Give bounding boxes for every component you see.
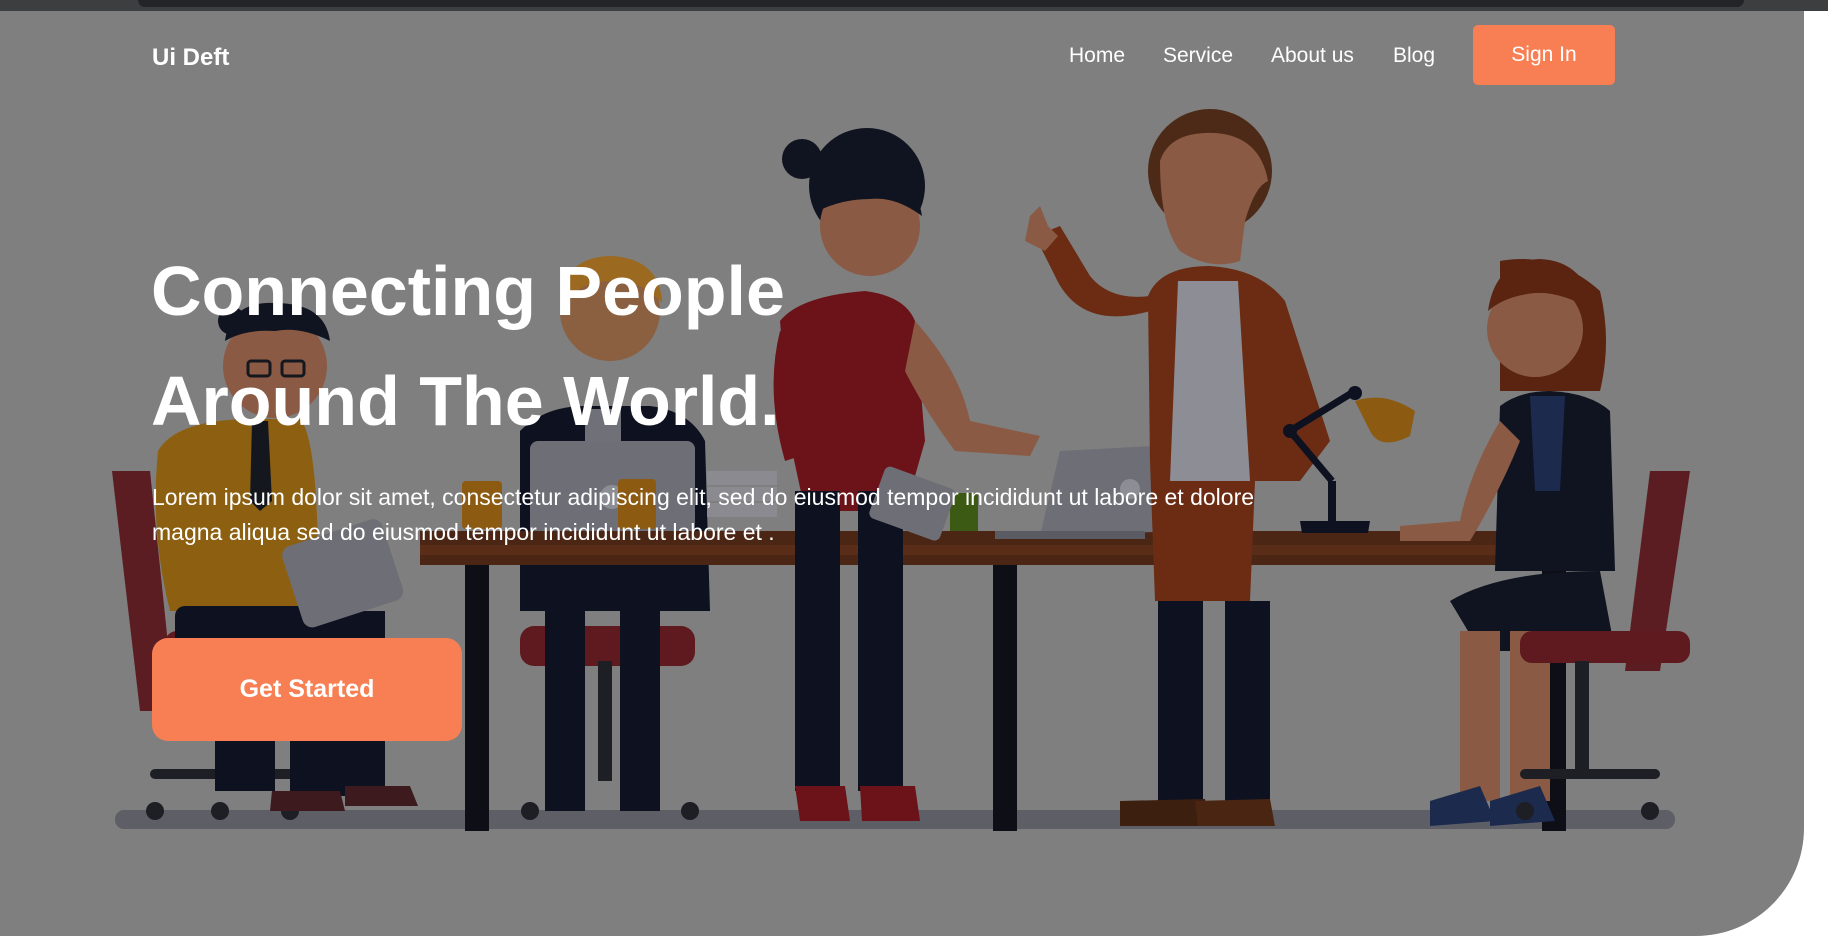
browser-top-bar [0,0,1828,11]
nav-link-blog[interactable]: Blog [1393,44,1435,68]
browser-top-bar-inner [138,0,1744,7]
navbar: Ui Deft Home Service About us Blog Sign … [0,11,1804,101]
nav-link-service[interactable]: Service [1163,44,1233,68]
hero-description: Lorem ipsum dolor sit amet, consectetur … [152,484,1255,545]
team-meeting-illustration [112,109,1690,831]
hero-headline-line-1: Connecting People [151,252,785,330]
brand-logo[interactable]: Ui Deft [152,44,229,72]
nav-link-home[interactable]: Home [1069,44,1125,68]
hero-section: Ui Deft Home Service About us Blog Sign … [0,11,1804,936]
nav-link-about-us[interactable]: About us [1271,44,1354,68]
sign-in-button[interactable]: Sign In [1473,25,1615,85]
hero-headline: Connecting People Around The World. [151,236,785,456]
hero-headline-line-2: Around The World. [151,362,780,440]
get-started-button[interactable]: Get Started [152,638,462,741]
